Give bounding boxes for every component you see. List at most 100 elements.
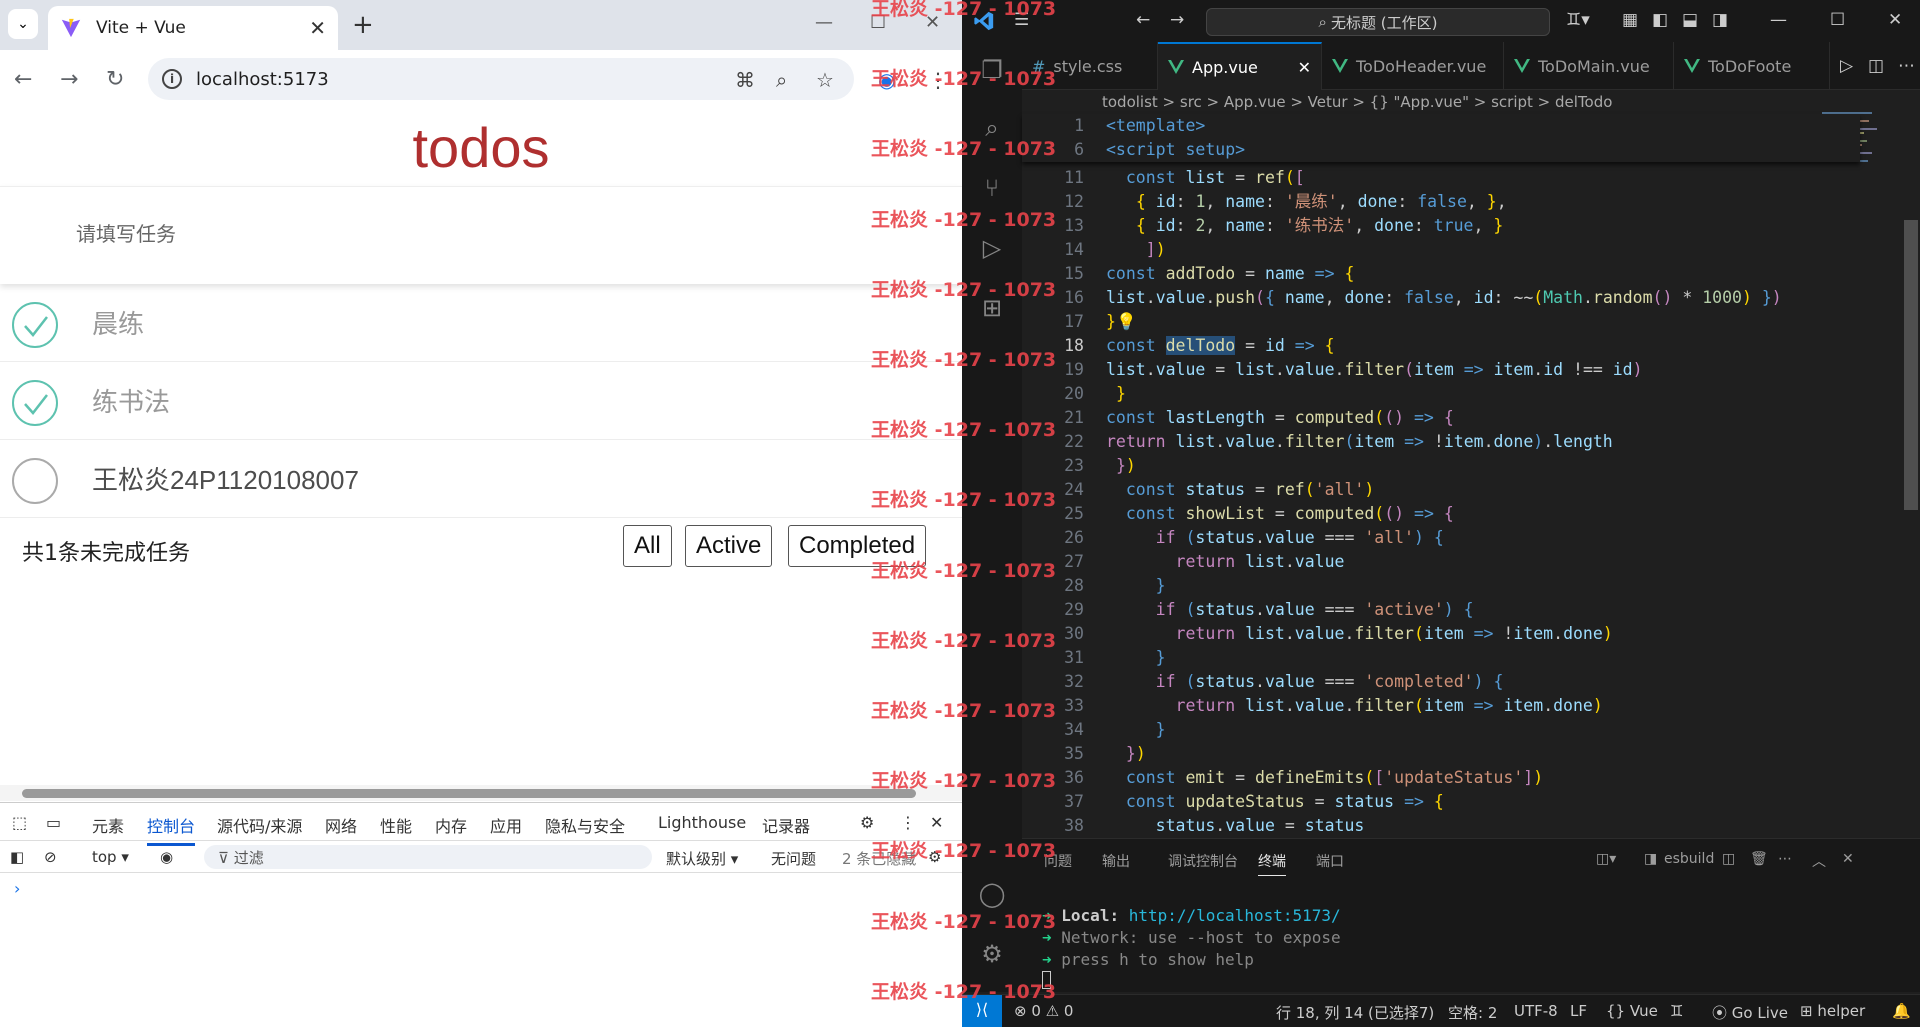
copilot-status-icon[interactable]: ♊ (1670, 1002, 1683, 1020)
console-filter-input[interactable]: ⊽ 过滤 (204, 845, 652, 869)
kill-terminal-icon[interactable]: 🗑 (1750, 851, 1768, 867)
manage-gear-icon[interactable]: ⚙ (975, 940, 1009, 974)
copilot-icon[interactable]: ♊▾ (1566, 10, 1590, 30)
clear-console-icon[interactable]: ⊘ (44, 848, 57, 866)
terminal-shell-label[interactable]: esbuild (1664, 851, 1714, 867)
notifications-bell-icon[interactable]: 🔔 (1892, 1002, 1911, 1020)
device-toolbar-icon[interactable]: ▭ (46, 813, 61, 832)
translate-icon[interactable]: ⌘ (735, 68, 755, 92)
tab-debug-console[interactable]: 调试控制台 (1168, 851, 1238, 871)
browser-tab[interactable]: Vite + Vue ✕ (48, 6, 338, 50)
todo-checkbox[interactable] (12, 302, 58, 348)
tab-lighthouse[interactable]: Lighthouse (658, 813, 746, 832)
issues-label[interactable]: 无问题 (771, 848, 816, 869)
nav-forward-icon[interactable]: → (1170, 10, 1184, 30)
sidebar-toggle-icon[interactable]: ◧ (10, 848, 24, 866)
context-select[interactable]: top ▾ (92, 848, 129, 866)
encoding[interactable]: UTF-8 (1514, 1002, 1558, 1020)
back-icon[interactable]: ← (14, 67, 32, 92)
site-info-icon[interactable]: i (162, 69, 182, 89)
profile-icon[interactable]: ◉ (878, 68, 895, 92)
new-todo-input[interactable] (76, 215, 776, 255)
split-editor-icon[interactable]: ◫ (1868, 56, 1884, 76)
tab-network[interactable]: 网络 (325, 813, 357, 837)
menu-icon[interactable]: ☰ (1014, 10, 1029, 30)
run-icon[interactable]: ▷ (1840, 56, 1853, 76)
search-icon[interactable]: ⌕ (975, 114, 1009, 148)
editor-scrollbar[interactable] (1904, 220, 1918, 510)
tab-sources[interactable]: 源代码/来源 (217, 813, 302, 837)
filter-active-button[interactable]: Active (685, 525, 773, 567)
language-mode[interactable]: {} Vue (1606, 1002, 1658, 1020)
account-icon[interactable]: ◯ (975, 880, 1009, 914)
todo-item[interactable]: 王松炎24P1120108007 (0, 440, 962, 518)
tab-todomain-vue[interactable]: ToDoMain.vue (1504, 42, 1674, 90)
inspect-icon[interactable]: ⬚ (12, 813, 27, 832)
menu-dots-icon[interactable]: ⋮ (928, 68, 948, 92)
local-url[interactable]: http://localhost:5173/ (1129, 906, 1341, 925)
close-window-icon[interactable]: ✕ (925, 12, 940, 33)
line-ending[interactable]: LF (1570, 1002, 1587, 1020)
maximize-icon[interactable]: ☐ (870, 12, 886, 33)
todo-checkbox[interactable] (12, 458, 58, 504)
tab-elements[interactable]: 元素 (92, 813, 124, 837)
helper-status[interactable]: ⊞ helper (1800, 1002, 1865, 1020)
log-level-select[interactable]: 默认级别 ▾ (666, 848, 738, 869)
tab-todofooter-vue[interactable]: ToDoFoote (1674, 42, 1830, 90)
console-prompt-icon[interactable]: › (14, 879, 20, 898)
run-debug-icon[interactable]: ▷ (975, 234, 1009, 268)
reload-icon[interactable]: ↻ (106, 67, 124, 92)
more-actions-icon[interactable]: ⋯ (1778, 851, 1792, 867)
extensions-icon[interactable]: ⊞ (975, 294, 1009, 328)
maximize-panel-icon[interactable]: ︿ (1812, 851, 1826, 871)
bookmark-star-icon[interactable]: ☆ (816, 68, 834, 92)
forward-icon[interactable]: → (60, 67, 78, 92)
new-tab-icon[interactable]: + (352, 10, 374, 40)
close-tab-icon[interactable]: ✕ (1298, 58, 1311, 77)
settings-gear-icon[interactable]: ⚙ (860, 813, 874, 832)
tab-privacy[interactable]: 隐私与安全 (545, 813, 625, 837)
tab-terminal[interactable]: 终端 (1258, 851, 1286, 876)
nav-back-icon[interactable]: ← (1136, 10, 1150, 30)
code-editor[interactable]: 1 <template> 6 <script setup> 11 12 13 14 15… (1022, 114, 1860, 836)
problems-status[interactable]: ⊗ 0 ⚠ 0 (1014, 1002, 1073, 1020)
layout-icon[interactable]: ▦ (1622, 10, 1638, 30)
filter-all-button[interactable]: All (623, 525, 672, 567)
toggle-panel-icon[interactable]: ⬓ (1682, 10, 1698, 30)
new-terminal-icon[interactable]: ◫▾ (1596, 851, 1616, 867)
todo-item[interactable]: 晨练 (0, 284, 962, 362)
cursor-position[interactable]: 行 18, 列 14 (已选择7) (1276, 1002, 1434, 1023)
terminal-shell-icon[interactable]: ◨ (1644, 851, 1657, 867)
console-settings-icon[interactable]: ⚙ (928, 848, 941, 866)
tab-memory[interactable]: 内存 (435, 813, 467, 837)
tab-performance[interactable]: 性能 (380, 813, 412, 837)
explorer-icon[interactable]: ❐ (975, 56, 1009, 90)
close-tab-icon[interactable]: ✕ (309, 16, 326, 40)
minimize-icon[interactable]: — (815, 12, 833, 33)
live-expression-eye-icon[interactable]: ◉ (160, 848, 173, 866)
toggle-sidebar-icon[interactable]: ◧ (1652, 10, 1668, 30)
close-panel-icon[interactable]: ✕ (1842, 851, 1854, 867)
more-dots-icon[interactable]: ⋮ (900, 813, 916, 832)
maximize-icon[interactable]: ☐ (1830, 10, 1845, 30)
filter-completed-button[interactable]: Completed (788, 525, 927, 567)
close-icon[interactable]: ✕ (1888, 10, 1902, 30)
todo-item[interactable]: 练书法 (0, 362, 962, 440)
indentation[interactable]: 空格: 2 (1448, 1002, 1497, 1023)
toggle-secondary-sidebar-icon[interactable]: ◨ (1712, 10, 1728, 30)
remote-icon[interactable]: ⟩⟨ (962, 995, 1002, 1027)
tab-search-button[interactable]: ⌄ (8, 9, 38, 39)
breadcrumb[interactable]: todolist > src > App.vue > Vetur > {} "A… (1022, 90, 1920, 114)
todo-checkbox[interactable] (12, 380, 58, 426)
tab-recorder[interactable]: 记录器 (762, 813, 810, 837)
split-terminal-icon[interactable]: ◫ (1722, 851, 1735, 867)
more-actions-icon[interactable]: ⋯ (1898, 56, 1915, 76)
tab-application[interactable]: 应用 (490, 813, 522, 837)
tab-output[interactable]: 输出 (1102, 851, 1130, 871)
go-live-button[interactable]: ⦿ Go Live (1712, 1002, 1788, 1023)
tab-problems[interactable]: 问题 (1044, 851, 1072, 871)
horizontal-scrollbar[interactable] (0, 785, 962, 801)
command-center-search[interactable]: ⌕ 无标题 (工作区) (1206, 8, 1550, 36)
close-devtools-icon[interactable]: ✕ (930, 813, 943, 832)
tab-style-css[interactable]: # style.css (1022, 42, 1158, 90)
